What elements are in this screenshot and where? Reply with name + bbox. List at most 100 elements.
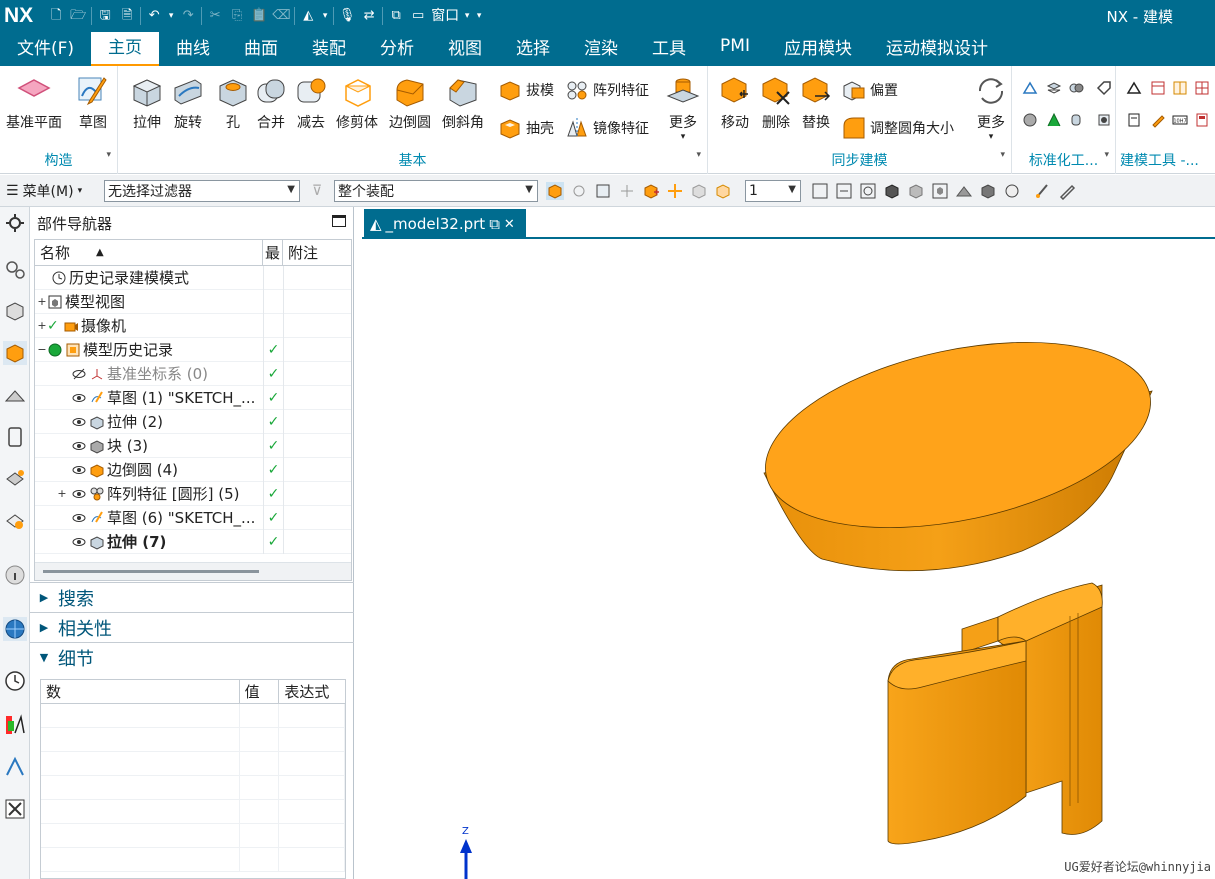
tools-icon[interactable]: [3, 797, 27, 821]
column-parameter[interactable]: 数: [41, 680, 240, 703]
history-clock-icon[interactable]: [3, 669, 27, 693]
cube-icon[interactable]: [714, 182, 732, 200]
tree-row[interactable]: 边倒圆 (4) ✓: [35, 457, 351, 482]
touch-mode-icon[interactable]: ◭: [299, 7, 317, 25]
tree-row[interactable]: 基准坐标系 (0) ✓: [35, 361, 351, 386]
document-icon[interactable]: [1126, 112, 1142, 128]
tab-file[interactable]: 文件(F): [0, 32, 91, 66]
pencil-icon[interactable]: [1058, 182, 1076, 200]
role-icon[interactable]: [3, 509, 27, 533]
redo-icon[interactable]: ↷: [179, 7, 197, 25]
visible-eye-icon[interactable]: [71, 462, 87, 478]
tab-view[interactable]: 视图: [431, 32, 499, 66]
select-face-icon[interactable]: [594, 182, 612, 200]
switch-window-icon[interactable]: ⧉: [387, 7, 405, 25]
web-browser-icon[interactable]: [3, 617, 27, 641]
zoom-icon[interactable]: [835, 182, 853, 200]
extrude-button[interactable]: 拉伸: [130, 74, 164, 132]
model-canvas[interactable]: Z: [362, 241, 1215, 879]
tab-application[interactable]: 应用模块: [767, 32, 869, 66]
tree-row[interactable]: 块 (3) ✓: [35, 433, 351, 458]
snap-point-icon[interactable]: [618, 182, 636, 200]
view-orient-icon[interactable]: [931, 182, 949, 200]
command-finder-icon[interactable]: ⇄: [360, 7, 378, 25]
revolve-button[interactable]: 旋转: [171, 74, 205, 132]
point-icon[interactable]: [666, 182, 684, 200]
maximize-icon[interactable]: [332, 215, 346, 227]
fit-view-icon[interactable]: [811, 182, 829, 200]
edit-icon[interactable]: [1150, 112, 1166, 128]
pattern-tool-icon[interactable]: [1022, 80, 1038, 96]
microphone-icon[interactable]: 🎙: [338, 7, 356, 25]
triangle-icon[interactable]: [1126, 80, 1142, 96]
subtract-button[interactable]: 减去: [294, 74, 328, 132]
unite-button[interactable]: 合并: [254, 74, 288, 132]
render-style-icon[interactable]: [907, 182, 925, 200]
slotted-block-body[interactable]: [887, 582, 1103, 845]
group-dropdown-icon[interactable]: ▾: [1104, 150, 1109, 160]
tree-row[interactable]: + 模型视图: [35, 289, 351, 314]
details-section-header[interactable]: ▼ 细节: [30, 642, 354, 672]
open-file-icon[interactable]: 🗁: [69, 7, 87, 25]
solid-cube-icon[interactable]: [690, 182, 708, 200]
tree-row[interactable]: + ✓ 摄像机: [35, 313, 351, 338]
column-notes[interactable]: 附注: [283, 240, 351, 265]
chamfer-button[interactable]: 倒斜角: [442, 74, 484, 132]
hd3d-tools-icon[interactable]: [3, 425, 27, 449]
new-file-icon[interactable]: 🗋: [47, 7, 65, 25]
display-icon[interactable]: [979, 182, 997, 200]
tree-row[interactable]: + 阵列特征 [圆形] (5) ✓: [35, 481, 351, 506]
move-face-button[interactable]: 移动: [718, 74, 752, 132]
resize-blend-button[interactable]: 调整圆角大小: [842, 116, 954, 140]
paste-icon[interactable]: 📋: [250, 7, 268, 25]
spreadsheet-icon[interactable]: [1172, 80, 1188, 96]
visible-eye-icon[interactable]: [71, 438, 87, 454]
window-icon[interactable]: ▭: [409, 7, 427, 25]
dependency-section-header[interactable]: ▶ 相关性: [30, 612, 354, 642]
tab-home[interactable]: 主页: [91, 32, 160, 66]
shell-button[interactable]: 抽壳: [498, 116, 554, 140]
tree-row[interactable]: 拉伸 (7) ✓: [35, 529, 351, 554]
tab-render[interactable]: 渲染: [567, 32, 635, 66]
component-icon[interactable]: [1068, 80, 1084, 96]
column-value[interactable]: 值: [240, 680, 280, 703]
select-body-icon[interactable]: [546, 181, 564, 200]
tab-pmi[interactable]: PMI: [703, 32, 767, 66]
column-name[interactable]: 名称 ▲: [35, 240, 263, 265]
copy-icon[interactable]: ⎘: [228, 7, 246, 25]
tab-curve[interactable]: 曲线: [159, 32, 227, 66]
layer-stack-icon[interactable]: [1046, 80, 1062, 96]
count-select[interactable]: 1 ▼: [745, 179, 801, 202]
cylinder-tool-icon[interactable]: [1068, 112, 1084, 128]
view-section-icon[interactable]: [955, 182, 973, 200]
selection-scope-select[interactable]: 整个装配 ▼: [334, 179, 538, 202]
main-menu-button[interactable]: ☰ 菜单(M) ▾: [0, 181, 104, 201]
gear-part-icon[interactable]: [1096, 112, 1112, 128]
type-filter-select[interactable]: 无选择过滤器 ▼: [104, 179, 300, 202]
calculator-icon[interactable]: [1194, 112, 1210, 128]
visible-eye-icon[interactable]: [71, 534, 87, 550]
window-dropdown-icon[interactable]: ▾: [463, 7, 471, 25]
expand-plus-icon[interactable]: +: [37, 295, 47, 308]
undo-icon[interactable]: ↶: [145, 7, 163, 25]
offset-region-button[interactable]: 偏置: [842, 78, 898, 102]
sphere-tool-icon[interactable]: [1022, 112, 1038, 128]
table-icon[interactable]: [1150, 80, 1166, 96]
customize-dropdown-icon[interactable]: ▾: [475, 7, 483, 25]
delete-icon[interactable]: ⌫: [272, 7, 290, 25]
group-dropdown-icon[interactable]: ▾: [106, 150, 111, 160]
tab-select[interactable]: 选择: [499, 32, 567, 66]
replace-face-button[interactable]: 替换: [799, 74, 833, 132]
document-tab[interactable]: ◭ _model32.prt ⧉ ✕: [364, 209, 526, 239]
visible-eye-icon[interactable]: [71, 390, 87, 406]
scrollbar-thumb[interactable]: [43, 570, 259, 573]
expand-plus-icon[interactable]: +: [37, 319, 47, 332]
undock-icon[interactable]: ⧉: [489, 215, 500, 233]
reuse-library-icon[interactable]: [3, 383, 27, 407]
collapse-minus-icon[interactable]: −: [37, 343, 47, 356]
undo-dropdown-icon[interactable]: ▾: [167, 7, 175, 25]
add-component-icon[interactable]: [642, 182, 660, 200]
close-icon[interactable]: ✕: [504, 217, 515, 232]
tapered-ellipse-body[interactable]: [749, 311, 1168, 572]
tree-row[interactable]: 拉伸 (2) ✓: [35, 409, 351, 434]
